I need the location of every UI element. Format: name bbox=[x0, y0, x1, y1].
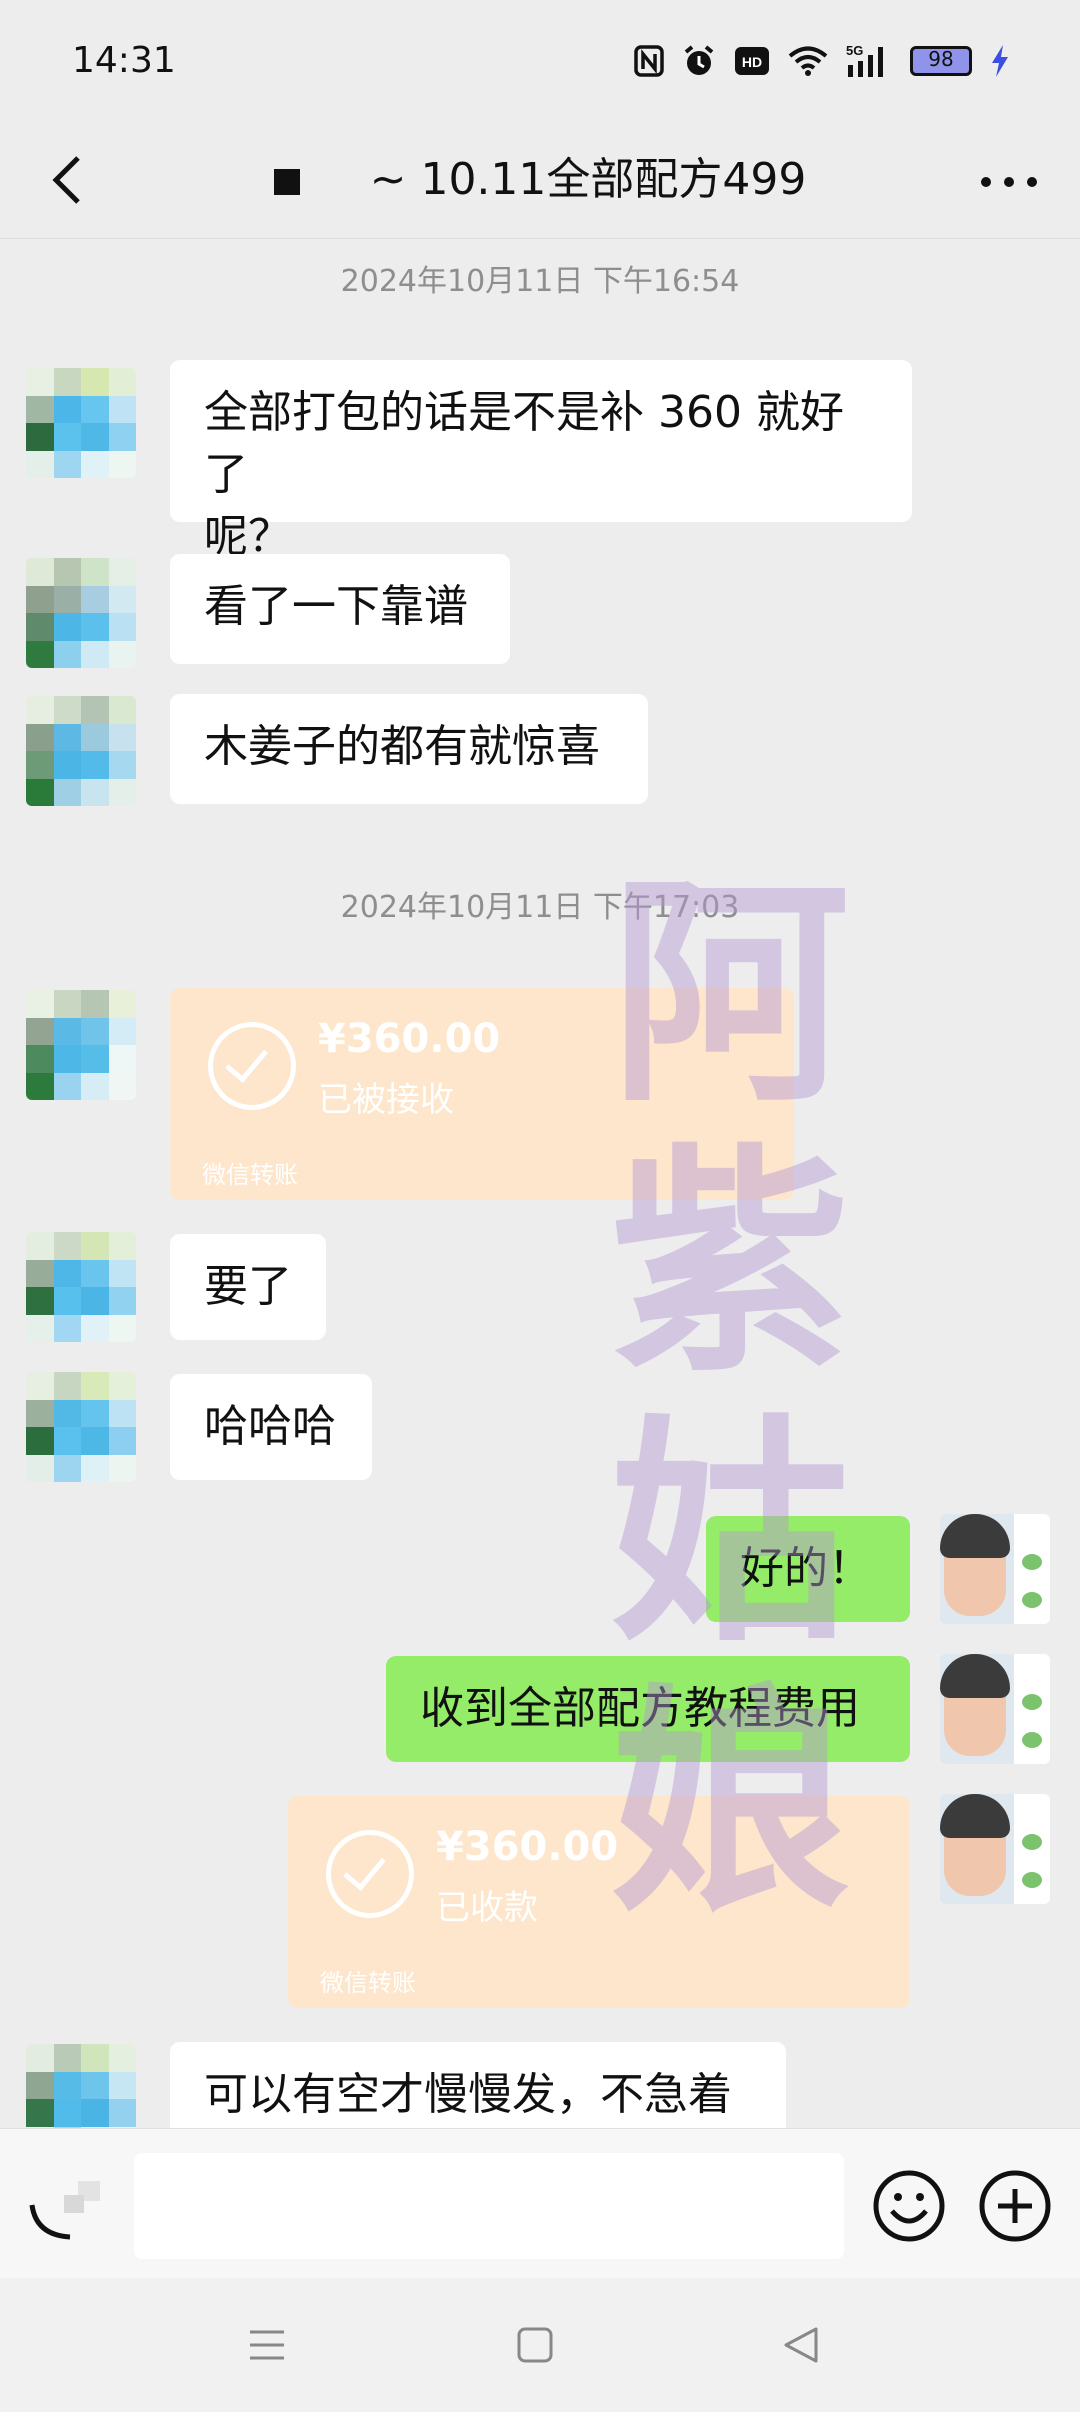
nfc-icon bbox=[634, 45, 664, 77]
timestamp: 2024年10月11日 下午16:54 bbox=[340, 264, 740, 299]
wifi-icon bbox=[788, 46, 828, 76]
transfer-status: 已收款 bbox=[436, 1888, 538, 1928]
self-avatar[interactable] bbox=[940, 1514, 1050, 1624]
system-nav-bar bbox=[0, 2278, 1080, 2412]
transfer-card[interactable]: ¥360.00 已被接收 微信转账 bbox=[170, 988, 794, 1200]
message-bubble[interactable]: 要了 bbox=[170, 1234, 326, 1340]
transfer-amount: ¥360.00 bbox=[318, 1016, 501, 1062]
contact-name-blur bbox=[273, 169, 300, 195]
contact-avatar[interactable] bbox=[26, 2044, 136, 2128]
emoji-icon[interactable] bbox=[872, 2169, 946, 2243]
check-circle-icon bbox=[326, 1830, 414, 1918]
battery-icon: 98 bbox=[910, 46, 972, 76]
battery-level: 98 bbox=[928, 47, 954, 71]
back-triangle-icon[interactable] bbox=[776, 2320, 826, 2370]
transfer-card[interactable]: ¥360.00 已收款 微信转账 bbox=[288, 1796, 910, 2008]
voice-icon[interactable] bbox=[26, 2175, 106, 2245]
status-bar: 14:31 HD 5G 98 bbox=[0, 0, 1080, 122]
message-bubble[interactable]: 哈哈哈 bbox=[170, 1374, 372, 1480]
message-text: 收到全部配方教程费用 bbox=[420, 1683, 860, 1734]
contact-avatar[interactable] bbox=[26, 1232, 136, 1342]
message-text: 要了 bbox=[204, 1261, 292, 1312]
hd-icon: HD bbox=[735, 47, 769, 75]
timestamp: 2024年10月11日 下午17:03 bbox=[340, 890, 740, 925]
check-circle-icon bbox=[208, 1022, 296, 1110]
message-bubble[interactable]: 全部打包的话是不是补 360 就好了 呢？ bbox=[170, 360, 912, 562]
transfer-status: 已被接收 bbox=[318, 1080, 454, 1120]
contact-avatar[interactable] bbox=[26, 368, 136, 478]
transfer-footer: 微信转账 bbox=[202, 1161, 298, 1189]
svg-text:5G: 5G bbox=[846, 43, 863, 58]
contact-avatar[interactable] bbox=[26, 696, 136, 806]
self-avatar[interactable] bbox=[940, 1794, 1050, 1904]
message-text: 哈哈哈 bbox=[204, 1401, 336, 1452]
message-list[interactable]: 2024年10月11日 下午16:54 全部打包的话是不是补 360 就好了 呢… bbox=[0, 238, 1080, 2128]
input-bar bbox=[0, 2128, 1080, 2279]
chat-title-text: ~ 10.11全部配方499 bbox=[369, 154, 807, 205]
self-message-bubble[interactable]: 收到全部配方教程费用 bbox=[386, 1656, 910, 1762]
signal-5g-icon: 5G bbox=[846, 43, 883, 77]
chat-title: ~ 10.11全部配方499 bbox=[0, 148, 1080, 212]
chat-header: ~ 10.11全部配方499 bbox=[0, 122, 1080, 239]
status-time: 14:31 bbox=[72, 40, 176, 81]
message-text: 可以有空才慢慢发，不急着 bbox=[204, 2069, 732, 2120]
status-icons: HD 5G 98 bbox=[634, 40, 1010, 82]
message-bubble[interactable]: 木姜子的都有就惊喜 bbox=[170, 694, 648, 804]
message-text: 看了一下靠谱 bbox=[204, 581, 468, 632]
svg-text:HD: HD bbox=[742, 54, 762, 70]
more-dots-icon[interactable] bbox=[974, 152, 1044, 212]
charging-icon bbox=[992, 45, 1008, 77]
message-input[interactable] bbox=[134, 2153, 844, 2259]
contact-avatar[interactable] bbox=[26, 558, 136, 668]
alarm-icon bbox=[684, 45, 714, 75]
message-bubble[interactable]: 看了一下靠谱 bbox=[170, 554, 510, 664]
home-icon[interactable] bbox=[510, 2320, 560, 2370]
contact-avatar[interactable] bbox=[26, 1372, 136, 1482]
contact-avatar[interactable] bbox=[26, 990, 136, 1100]
message-bubble[interactable]: 可以有空才慢慢发，不急着 bbox=[170, 2042, 786, 2128]
self-message-bubble[interactable]: 好的！ bbox=[706, 1516, 910, 1622]
transfer-amount: ¥360.00 bbox=[436, 1824, 619, 1870]
plus-icon[interactable] bbox=[978, 2169, 1052, 2243]
message-text: 全部打包的话是不是补 360 就好了 bbox=[204, 387, 844, 500]
message-text: 好的！ bbox=[740, 1543, 872, 1594]
message-text: 木姜子的都有就惊喜 bbox=[204, 721, 600, 772]
menu-icon[interactable] bbox=[242, 2320, 292, 2370]
self-avatar[interactable] bbox=[940, 1654, 1050, 1764]
transfer-footer: 微信转账 bbox=[320, 1969, 416, 1997]
